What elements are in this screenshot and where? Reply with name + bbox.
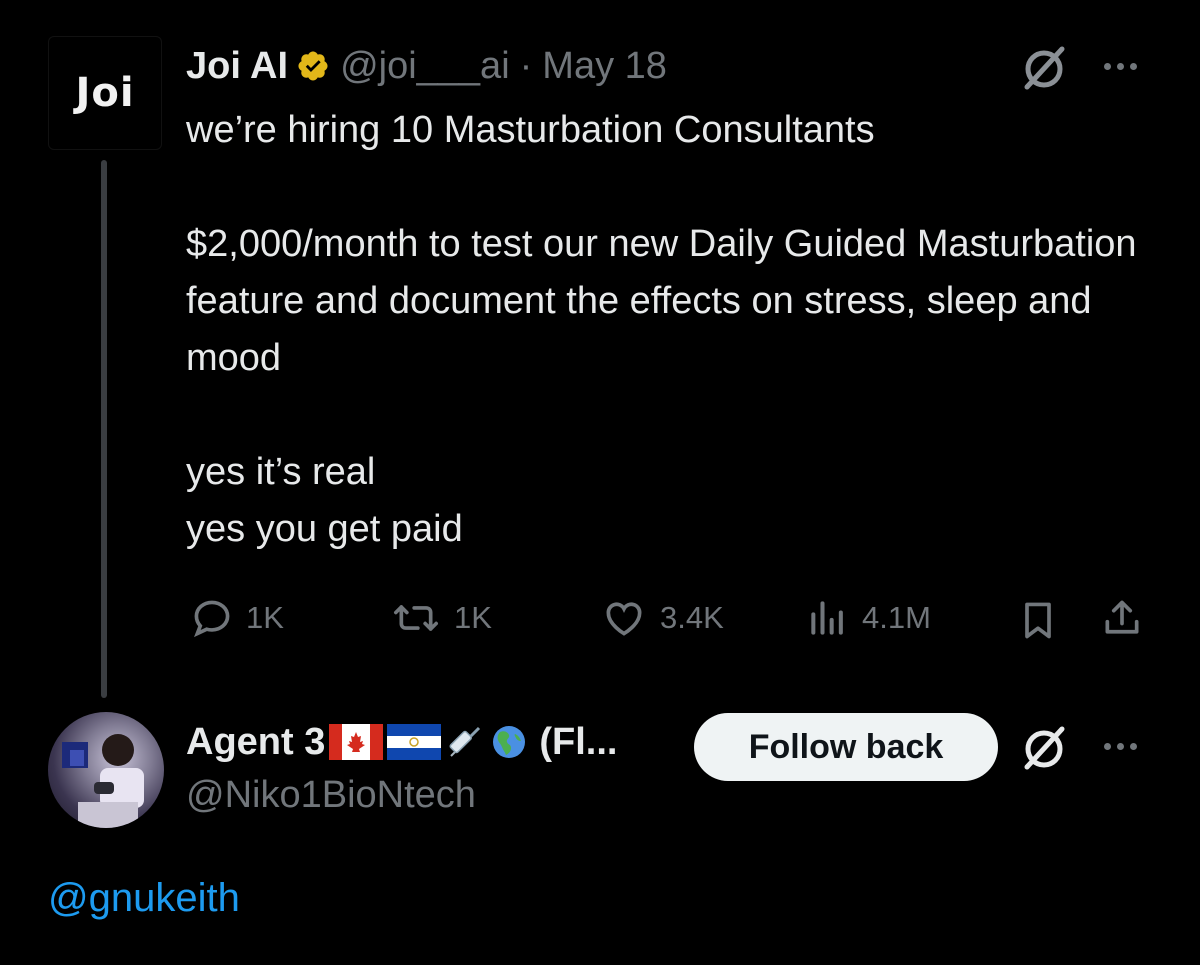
reply-header: Agent 3 (Fl... bbox=[186, 716, 617, 768]
header-separator: · bbox=[519, 44, 533, 87]
grok-icon[interactable] bbox=[1016, 720, 1072, 776]
agent-avatar[interactable] bbox=[48, 712, 164, 828]
reply-author-name-truncated[interactable]: (Fl... bbox=[539, 721, 617, 764]
share-icon[interactable] bbox=[1098, 594, 1146, 642]
heart-icon bbox=[606, 602, 642, 636]
reply-author-name[interactable]: Agent 3 bbox=[186, 721, 325, 764]
canada-flag-icon bbox=[329, 724, 384, 760]
repost-icon bbox=[394, 605, 438, 631]
el-salvador-flag-icon bbox=[387, 724, 442, 760]
more-icon[interactable] bbox=[1104, 63, 1137, 70]
reply-text-mention[interactable]: @gnukeith bbox=[48, 876, 240, 921]
reply-count: 1K bbox=[246, 600, 284, 635]
reply-action[interactable]: 1K bbox=[190, 596, 284, 640]
avatar-logo-text: Joi bbox=[75, 70, 135, 116]
joi-avatar[interactable]: Joi bbox=[48, 36, 162, 150]
syringe-icon bbox=[449, 726, 481, 757]
tweet-header: Joi AI @joi___ai · May 18 bbox=[186, 42, 667, 90]
verified-badge-icon[interactable] bbox=[296, 49, 330, 83]
tweet-date[interactable]: May 18 bbox=[542, 45, 667, 88]
follow-back-button[interactable]: Follow back bbox=[694, 713, 998, 781]
tweet-text: we’re hiring 10 Masturbation Consultants… bbox=[186, 109, 1137, 550]
grok-icon[interactable] bbox=[1016, 40, 1072, 96]
thread-connector-line bbox=[101, 160, 107, 698]
bookmark-icon[interactable] bbox=[1014, 596, 1062, 644]
like-count: 3.4K bbox=[660, 600, 724, 635]
like-action[interactable]: 3.4K bbox=[600, 596, 724, 640]
views-count: 4.1M bbox=[862, 600, 931, 635]
globe-americas-icon bbox=[493, 726, 526, 758]
author-name[interactable]: Joi AI bbox=[186, 45, 288, 88]
repost-action[interactable]: 1K bbox=[390, 596, 492, 640]
views-icon bbox=[811, 601, 843, 635]
views-action[interactable]: 4.1M bbox=[806, 596, 931, 640]
repost-count: 1K bbox=[454, 600, 492, 635]
reply-author-handle[interactable]: @Niko1BioNtech bbox=[186, 774, 476, 817]
more-icon[interactable] bbox=[1104, 743, 1137, 750]
author-handle[interactable]: @joi___ai bbox=[340, 45, 510, 88]
reply-icon bbox=[194, 600, 230, 638]
